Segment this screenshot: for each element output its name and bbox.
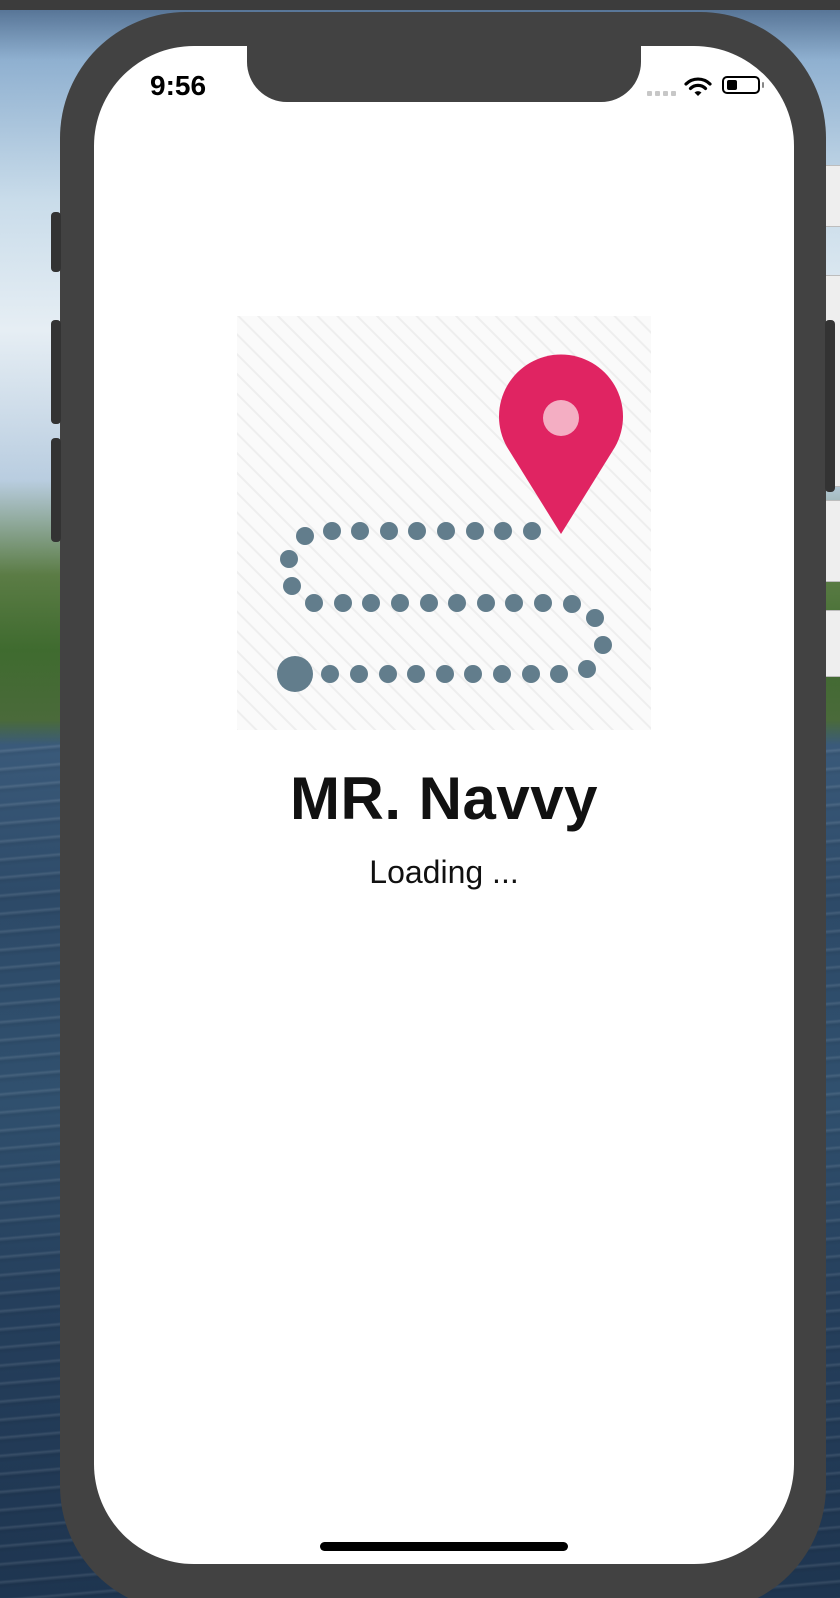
route-map-pin-icon [237, 316, 651, 730]
cellular-signal-icon [647, 91, 676, 96]
status-time: 9:56 [150, 70, 207, 101]
desktop-background: { "status_bar": { "time": "9:56" }, "app… [0, 0, 840, 1598]
notch [247, 46, 641, 102]
phone-screen: 9:56 MR. Navvy Loading ... [94, 46, 794, 1564]
volume-up-button [51, 320, 61, 424]
mute-switch [51, 212, 61, 272]
mac-menu-bar [0, 0, 840, 10]
battery-icon [722, 76, 760, 94]
wifi-icon [684, 77, 712, 96]
loading-text: Loading ... [369, 854, 519, 890]
app-title: MR. Navvy [290, 765, 598, 832]
volume-down-button [51, 438, 61, 542]
power-button [825, 320, 835, 492]
home-indicator[interactable] [320, 1542, 568, 1551]
battery-tip [762, 82, 764, 88]
